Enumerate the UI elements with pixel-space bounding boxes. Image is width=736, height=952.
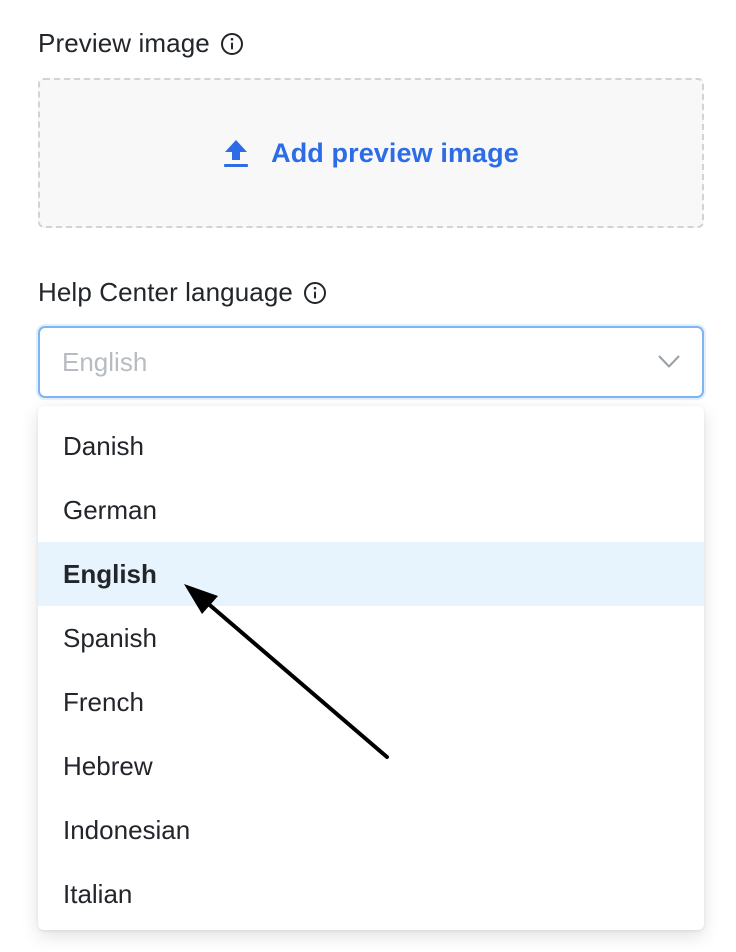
upload-icon — [223, 138, 249, 168]
help-center-language-label-text: Help Center language — [38, 277, 293, 307]
preview-image-label: Preview image — [38, 28, 244, 59]
language-select-value: English — [62, 346, 148, 377]
language-option-spanish[interactable]: Spanish — [38, 606, 704, 670]
info-icon[interactable] — [220, 32, 244, 56]
language-option-german[interactable]: German — [38, 478, 704, 542]
language-option-hebrew[interactable]: Hebrew — [38, 734, 704, 798]
add-preview-image-link[interactable]: Add preview image — [271, 138, 519, 169]
language-option-english[interactable]: English — [38, 542, 704, 606]
chevron-down-icon — [658, 355, 680, 369]
language-option-french[interactable]: French — [38, 670, 704, 734]
language-option-italian[interactable]: Italian — [38, 862, 704, 926]
language-dropdown-menu: Danish German English Spanish French Heb… — [38, 406, 704, 930]
info-icon[interactable] — [303, 281, 327, 305]
language-option-danish[interactable]: Danish — [38, 414, 704, 478]
language-select[interactable]: English — [38, 326, 704, 398]
help-center-language-label: Help Center language — [38, 277, 327, 308]
preview-image-dropzone[interactable]: Add preview image — [38, 78, 704, 228]
preview-image-label-text: Preview image — [38, 28, 210, 58]
language-option-indonesian[interactable]: Indonesian — [38, 798, 704, 862]
